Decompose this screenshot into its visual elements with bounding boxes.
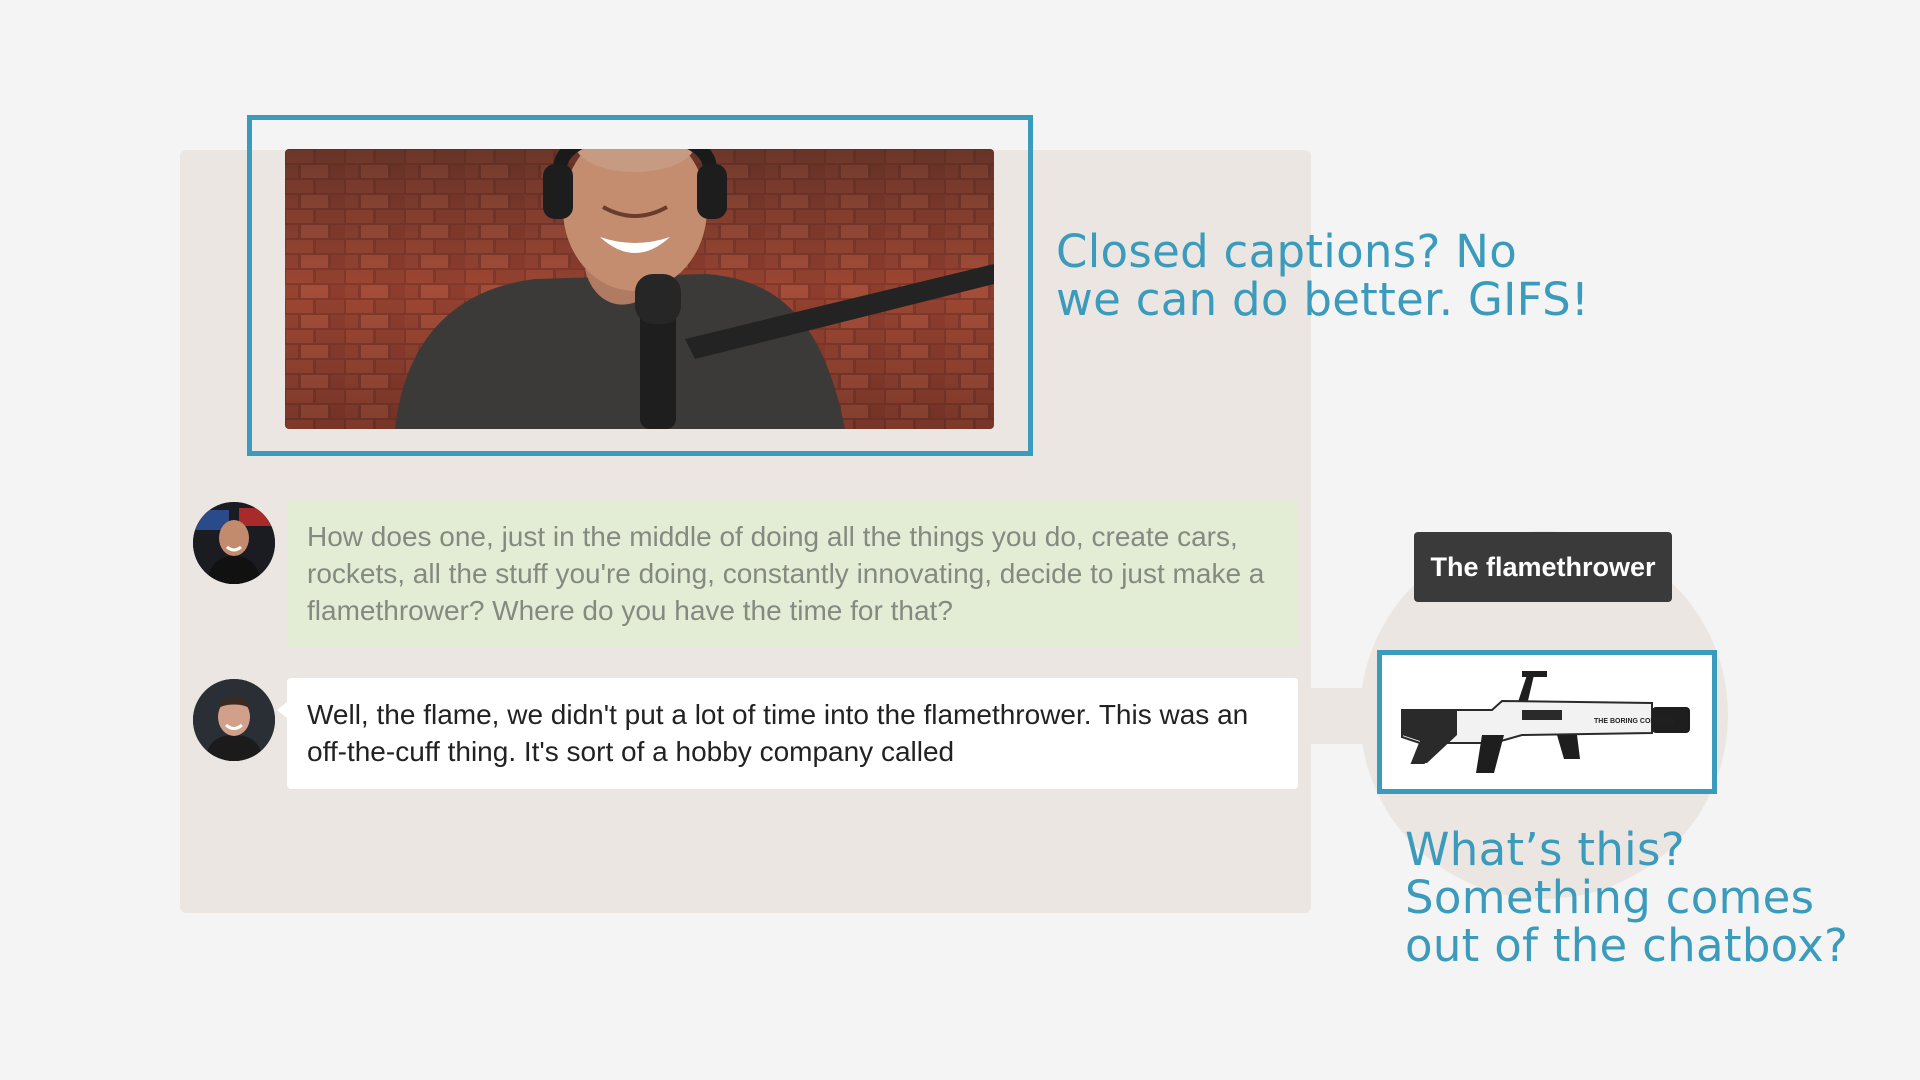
chatbox-annotation-line: out of the chatbox? xyxy=(1405,919,1849,972)
guest-avatar-icon xyxy=(193,679,275,761)
host-message-bubble: How does one, just in the middle of doin… xyxy=(287,500,1298,647)
guest-avatar[interactable] xyxy=(193,679,275,761)
host-avatar[interactable] xyxy=(193,502,275,584)
guest-message-text: Well, the flame, we didn't put a lot of … xyxy=(307,699,1249,767)
chatbox-annotation-line: What’s this? xyxy=(1405,823,1685,876)
chatbox-annotation: What’s this? Something comes out of the … xyxy=(1405,826,1848,970)
host-message-text: How does one, just in the middle of doin… xyxy=(307,521,1265,626)
product-brand-label: THE BORING COMPANY xyxy=(1594,718,1675,725)
gif-highlight-frame xyxy=(247,115,1033,456)
gifs-annotation-line: we can do better. GIFS! xyxy=(1056,273,1590,326)
gifs-annotation-line: Closed captions? No xyxy=(1056,225,1518,278)
product-link[interactable]: THE BORING COMPANY xyxy=(1377,650,1717,794)
gifs-annotation: Closed captions? No we can do better. GI… xyxy=(1056,228,1589,324)
host-avatar-icon xyxy=(193,502,275,584)
flamethrower-image: THE BORING COMPANY xyxy=(1382,655,1712,789)
chatbox-annotation-line: Something comes xyxy=(1405,871,1815,924)
guest-message-bubble: Well, the flame, we didn't put a lot of … xyxy=(277,678,1298,789)
product-tooltip: The flamethrower xyxy=(1414,532,1672,602)
